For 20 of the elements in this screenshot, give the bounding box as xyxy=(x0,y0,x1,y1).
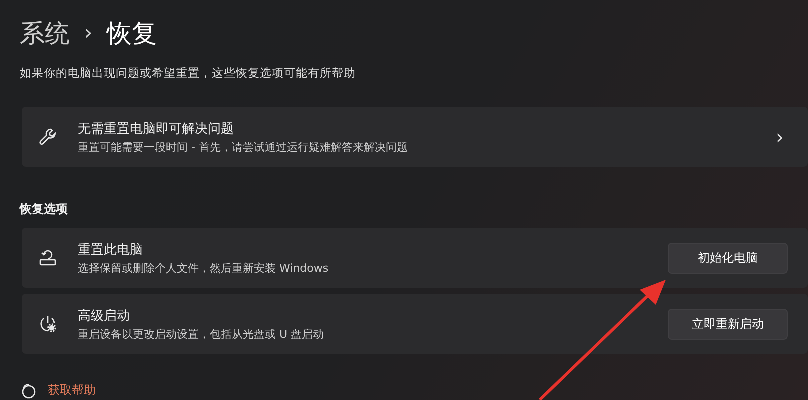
section-title: 恢复选项 xyxy=(20,201,69,218)
help-link[interactable]: 获取帮助 xyxy=(48,382,96,399)
wrench-icon xyxy=(38,127,58,147)
reset-pc-icon xyxy=(38,248,58,268)
option-title: 高级启动 xyxy=(78,308,131,324)
help-icon xyxy=(20,382,36,398)
page-description: 如果你的电脑出现问题或希望重置，这些恢复选项可能有所帮助 xyxy=(20,66,357,81)
card-title: 无需重置电脑即可解决问题 xyxy=(78,120,235,138)
option-title: 重置此电脑 xyxy=(78,242,144,258)
chevron: › xyxy=(776,125,784,149)
card-subtitle: 重置可能需要一段时间 - 首先，请尝试通过运行疑难解答来解决问题 xyxy=(78,140,409,154)
power-gear-icon xyxy=(38,314,58,334)
breadcrumb-separator: › xyxy=(84,20,93,46)
option-subtitle: 选择保留或删除个人文件，然后重新安装 Windows xyxy=(78,260,330,276)
troubleshoot-card[interactable]: 无需重置电脑即可解决问题 重置可能需要一段时间 - 首先，请尝试通过运行疑难解答来解决问题 › xyxy=(22,107,808,167)
breadcrumb-parent[interactable]: 系统 xyxy=(20,16,70,50)
reset-button[interactable]: 初始化电脑 xyxy=(668,242,788,274)
restart-button[interactable]: 立即重新启动 xyxy=(668,308,788,340)
option-subtitle: 重启设备以更改启动设置，包括从光盘或 U 盘启动 xyxy=(78,326,326,342)
page-title: 恢复 xyxy=(106,18,157,50)
